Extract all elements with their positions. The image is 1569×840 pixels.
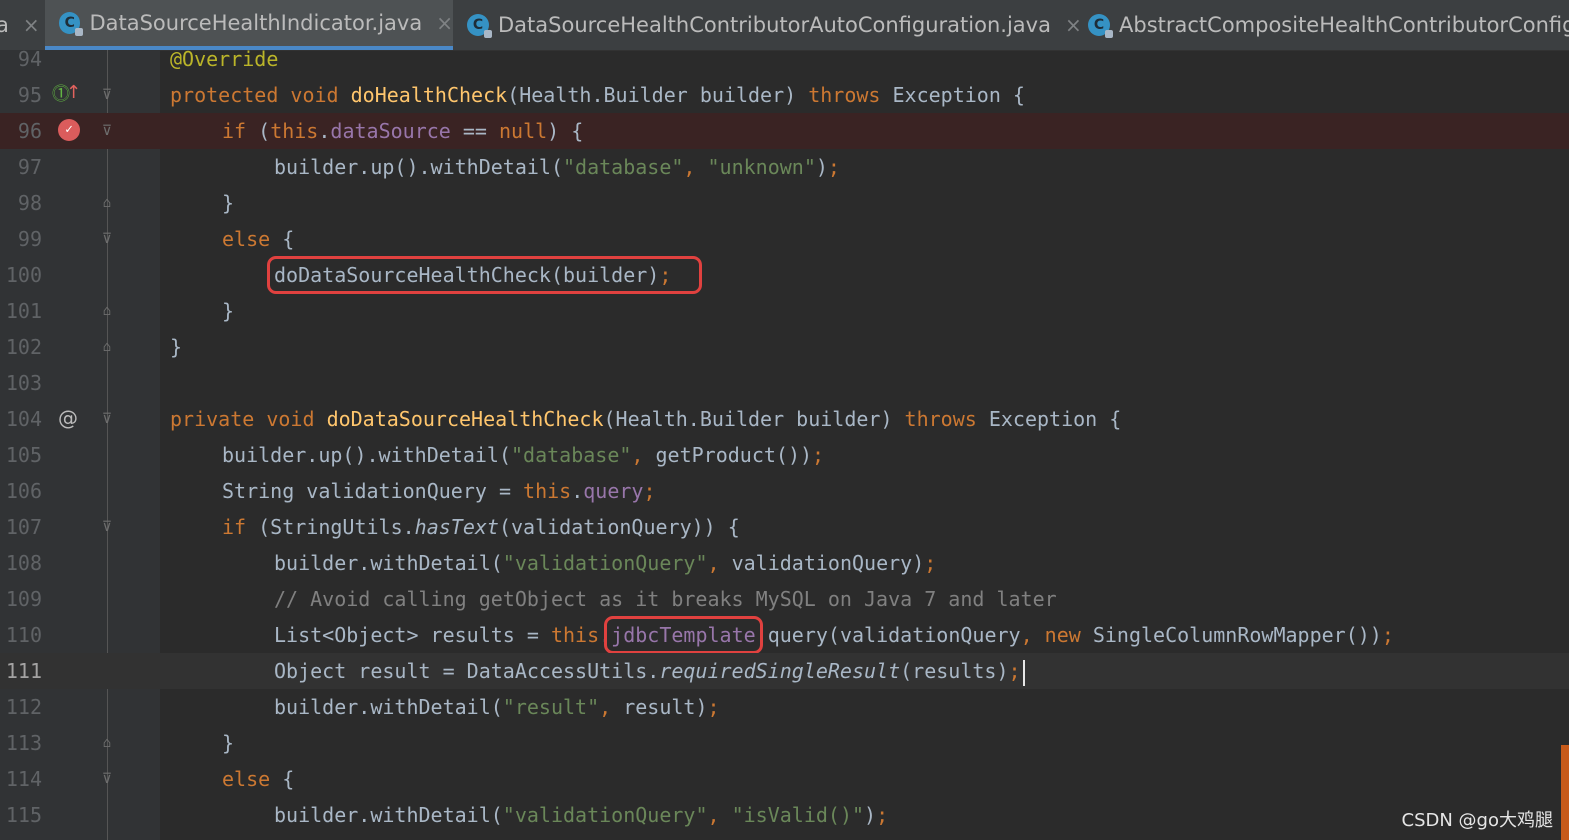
fold-icon[interactable]: ⊽: [100, 87, 114, 103]
code-line[interactable]: 106 String validationQuery = this.query;: [0, 473, 1569, 509]
line-number: 108: [5, 551, 42, 575]
code-line[interactable]: 110 List<Object> results = this.jdbcTemp…: [0, 616, 1569, 654]
line-code: protected void doHealthCheck(Health.Buil…: [170, 83, 1025, 107]
line-code: if (StringUtils.hasText(validationQuery)…: [222, 515, 740, 539]
code-line[interactable]: 102 ⌂ }: [0, 329, 1569, 365]
java-class-icon: C: [1088, 14, 1113, 38]
line-number: 102: [5, 335, 42, 359]
line-code: List<Object> results = this.jdbcTemplate…: [274, 616, 1394, 654]
tab-label: DataSourceHealthContributorAutoConfigura…: [498, 13, 1051, 37]
fold-icon[interactable]: ⊽: [100, 519, 114, 535]
code-line[interactable]: 115 builder.withDetail("validationQuery"…: [0, 797, 1569, 833]
code-line[interactable]: 112 builder.withDetail("result", result)…: [0, 689, 1569, 725]
close-icon[interactable]: ×: [1065, 13, 1082, 37]
code-line[interactable]: 95 ⓵ ↑ ⊽ protected void doHealthCheck(He…: [0, 77, 1569, 113]
line-number: 110: [5, 623, 42, 647]
line-code: @Override: [170, 47, 279, 71]
code-line[interactable]: 94 @Override: [0, 41, 1569, 77]
fold-end-icon[interactable]: ⌂: [100, 339, 114, 355]
code-line[interactable]: 114 ⊽ else {: [0, 761, 1569, 797]
line-code: }: [222, 191, 235, 215]
line-code: else {: [222, 767, 295, 791]
line-number: 115: [5, 803, 42, 827]
code-line[interactable]: 113 ⌂ }: [0, 725, 1569, 761]
code-line[interactable]: 99 ⊽ else {: [0, 221, 1569, 257]
overrides-arrow-icon[interactable]: ↑: [66, 83, 81, 103]
line-number: 99: [17, 227, 42, 251]
scrollbar-marker[interactable]: [1561, 745, 1569, 840]
java-class-icon: C: [59, 12, 84, 36]
line-number: 109: [5, 587, 42, 611]
code-line-current[interactable]: 111 Object result = DataAccessUtils.requ…: [0, 653, 1569, 689]
fold-icon[interactable]: ⊽: [100, 123, 114, 139]
line-code: else {: [222, 227, 295, 251]
line-code: // Avoid calling getObject as it breaks …: [274, 587, 1057, 611]
fold-end-icon[interactable]: ⌂: [100, 303, 114, 319]
line-number: 114: [5, 767, 42, 791]
line-code: Object result = DataAccessUtils.required…: [274, 653, 1025, 689]
line-code: builder.withDetail("validationQuery", va…: [274, 551, 937, 575]
code-line[interactable]: 109 // Avoid calling getObject as it bre…: [0, 581, 1569, 617]
line-number: 112: [5, 695, 42, 719]
watermark: CSDN @go大鸡腿: [1401, 810, 1553, 831]
line-number: 101: [5, 299, 42, 323]
tab-label: a: [0, 13, 9, 37]
fold-end-icon[interactable]: ⌂: [100, 735, 114, 751]
code-line[interactable]: 104 @ ⊽ private void doDataSourceHealthC…: [0, 401, 1569, 437]
line-number: 111: [5, 659, 42, 683]
line-number: 95: [17, 83, 42, 107]
close-icon[interactable]: ×: [436, 11, 453, 35]
fold-icon[interactable]: ⊽: [100, 411, 114, 427]
code-line[interactable]: 97 builder.up().withDetail("database", "…: [0, 149, 1569, 185]
line-code: if (this.dataSource == null) {: [222, 119, 584, 143]
line-number: 97: [17, 155, 42, 179]
code-editor[interactable]: 94 @Override 95 ⓵ ↑ ⊽ protected void doH…: [0, 47, 1569, 840]
code-line[interactable]: 98 ⌂ }: [0, 185, 1569, 221]
line-code: doDataSourceHealthCheck(builder);: [266, 256, 703, 294]
line-number: 113: [5, 731, 42, 755]
breakpoint-icon[interactable]: ✓: [58, 119, 80, 141]
fold-icon[interactable]: ⊽: [100, 231, 114, 247]
line-number: 104: [5, 407, 42, 431]
tab-label: DataSourceHealthIndicator.java: [89, 11, 423, 35]
line-code: builder.up().withDetail("database", "unk…: [274, 155, 840, 179]
line-code: builder.up().withDetail("database", getP…: [222, 443, 825, 467]
line-code: }: [222, 731, 235, 755]
line-number: 96: [17, 119, 42, 143]
line-number: 105: [5, 443, 42, 467]
line-code: builder.withDetail("result", result);: [274, 695, 720, 719]
line-number: 94: [17, 47, 42, 71]
line-code: }: [222, 299, 235, 323]
java-class-icon: C: [467, 14, 492, 38]
fold-icon[interactable]: ⊽: [100, 771, 114, 787]
code-line-breakpoint[interactable]: 96 ✓ ⊽ if (this.dataSource == null) {: [0, 113, 1569, 149]
text-cursor: [1022, 659, 1025, 686]
tab-label: AbstractCompositeHealthContributorConfig…: [1119, 13, 1569, 37]
code-line[interactable]: 108 builder.withDetail("validationQuery"…: [0, 545, 1569, 581]
code-line[interactable]: 107 ⊽ if (StringUtils.hasText(validation…: [0, 509, 1569, 545]
code-line[interactable]: 101 ⌂ }: [0, 293, 1569, 329]
line-code: private void doDataSourceHealthCheck(Hea…: [170, 407, 1122, 431]
line-number: 100: [5, 263, 42, 287]
highlight-box-jdbc-template: jdbcTemplate: [604, 616, 763, 654]
code-line[interactable]: 105 builder.up().withDetail("database", …: [0, 437, 1569, 473]
close-icon[interactable]: ×: [23, 13, 40, 37]
highlight-box-do-datasource-health-check: doDataSourceHealthCheck(builder);: [266, 256, 703, 294]
fold-end-icon[interactable]: ⌂: [100, 195, 114, 211]
line-code: }: [170, 335, 183, 359]
line-number: 98: [17, 191, 42, 215]
line-number: 103: [5, 371, 42, 395]
line-number: 107: [5, 515, 42, 539]
line-code: builder.withDetail("validationQuery", "i…: [274, 803, 889, 827]
code-line[interactable]: 103: [0, 365, 1569, 401]
code-line[interactable]: 100 doDataSourceHealthCheck(builder);: [0, 256, 1569, 294]
line-number: 106: [5, 479, 42, 503]
line-code: String validationQuery = this.query;: [222, 479, 656, 503]
usages-at-icon[interactable]: @: [58, 408, 78, 428]
